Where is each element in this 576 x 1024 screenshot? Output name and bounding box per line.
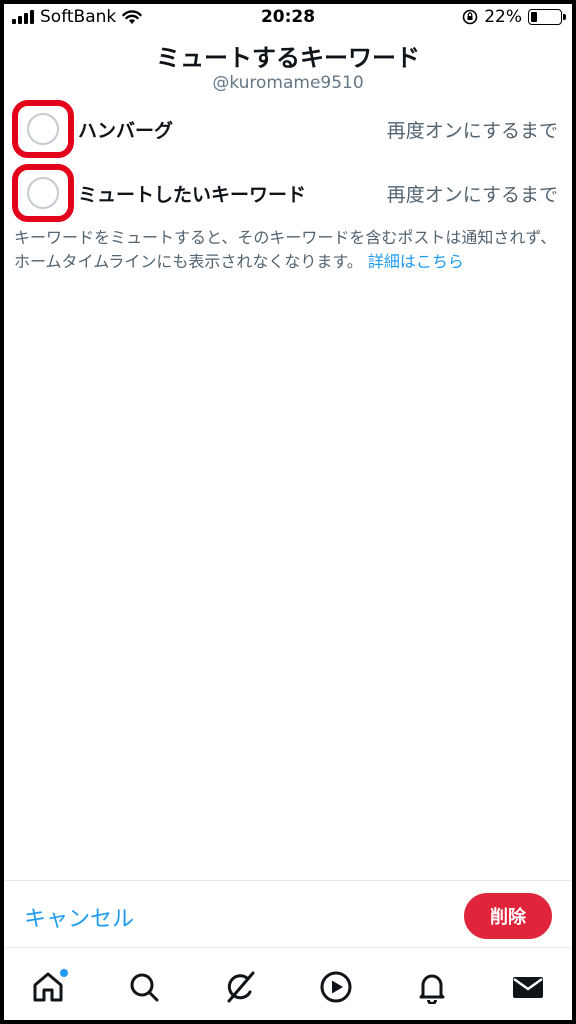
battery-percent: 22% xyxy=(484,7,522,27)
search-icon xyxy=(130,973,159,1002)
tab-messages[interactable] xyxy=(508,967,548,1007)
mute-duration: 再度オンにするまで xyxy=(386,119,558,142)
tab-grok[interactable] xyxy=(220,967,260,1007)
tab-bar xyxy=(4,949,572,1020)
tab-video[interactable] xyxy=(316,967,356,1007)
keyword-row[interactable]: ハンバーグ 再度オンにするまで xyxy=(4,100,572,158)
keyword-radio-button[interactable] xyxy=(27,177,59,209)
screen: SoftBank 20:28 22% ミュートするキーワード @kuromame… xyxy=(4,4,572,1020)
description-text: キーワードをミュートすると、そのキーワードを含むポストは通知されず、ホームタイム… xyxy=(14,228,557,271)
mute-description: キーワードをミュートすると、そのキーワードを含むポストは通知されず、ホームタイム… xyxy=(14,226,562,274)
messages-icon xyxy=(513,977,543,998)
cancel-button[interactable]: キャンセル xyxy=(24,901,134,933)
orientation-lock-icon xyxy=(462,9,478,25)
page-title: ミュートするキーワード xyxy=(156,44,420,72)
delete-button[interactable]: 削除 xyxy=(464,893,552,939)
radio-highlight xyxy=(12,164,74,222)
keyword-radio-button[interactable] xyxy=(27,113,59,145)
notifications-icon xyxy=(419,974,445,1004)
tab-notifications[interactable] xyxy=(412,967,452,1007)
tab-search[interactable] xyxy=(124,967,164,1007)
battery-fill xyxy=(531,12,538,22)
tab-home[interactable] xyxy=(28,967,68,1007)
status-bar: SoftBank 20:28 22% xyxy=(4,4,572,30)
radio-highlight xyxy=(12,100,74,158)
keyword-label: ハンバーグ xyxy=(78,119,174,142)
action-bar: キャンセル 削除 xyxy=(4,880,572,948)
video-icon xyxy=(320,971,352,1003)
learn-more-link[interactable]: 詳細はこちら xyxy=(368,252,464,271)
battery-icon xyxy=(528,9,566,25)
keyword-row[interactable]: ミュートしたいキーワード 再度オンにするまで xyxy=(4,164,572,222)
notification-dot xyxy=(60,969,68,977)
keyword-label: ミュートしたいキーワード xyxy=(78,183,307,206)
status-right: 22% xyxy=(462,7,566,27)
grok-icon xyxy=(227,971,255,1003)
mute-duration: 再度オンにするまで xyxy=(386,183,558,206)
account-handle: @kuromame9510 xyxy=(212,73,364,93)
